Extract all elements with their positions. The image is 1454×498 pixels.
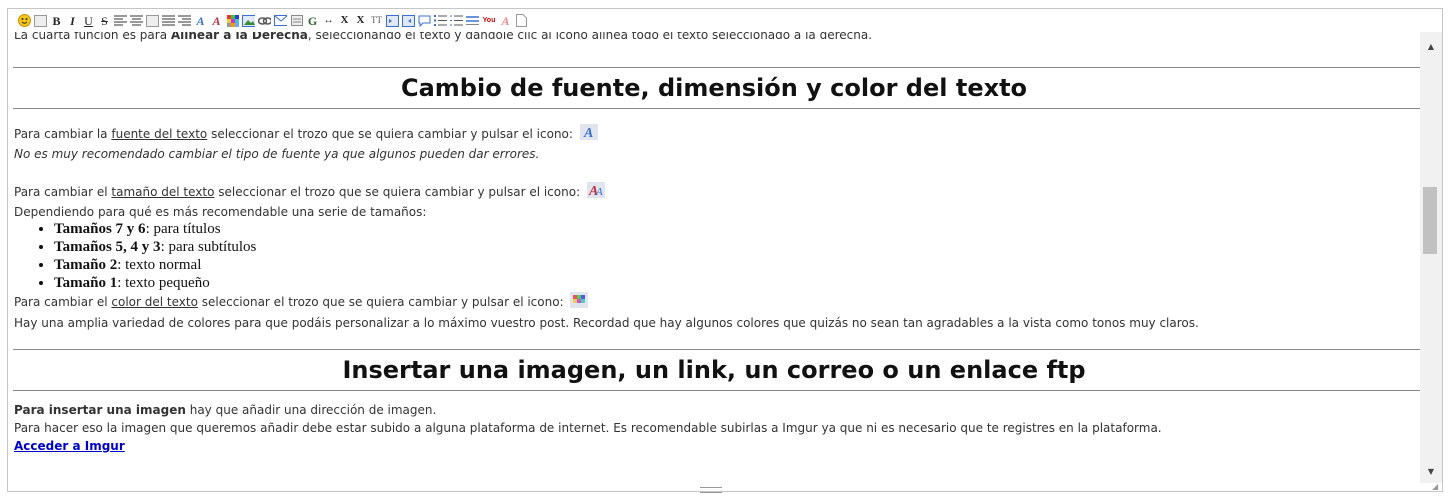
svg-text:A: A — [595, 186, 603, 198]
box2-icon[interactable] — [146, 14, 159, 27]
ltr-rtl-icon[interactable]: ↔ — [322, 14, 335, 27]
svg-text:A: A — [583, 126, 593, 140]
paragraph-sizes-intro: Dependiendo para qué es más recomendable… — [14, 205, 427, 219]
italic-button[interactable]: I — [66, 14, 79, 27]
paragraph-color: Para cambiar el color del texto seleccio… — [8, 292, 1420, 314]
color-icon — [570, 292, 589, 314]
indent-icon[interactable] — [386, 14, 399, 27]
email-icon[interactable] — [274, 14, 287, 27]
resize-corner-icon[interactable]: ◢ — [1432, 483, 1440, 491]
font-size-icon: AA — [586, 182, 605, 204]
image-icon[interactable] — [242, 14, 255, 27]
horizontal-rule-icon[interactable] — [466, 14, 479, 27]
strikethrough-button[interactable]: S — [98, 14, 111, 27]
vertical-scrollbar[interactable]: ▲ ▼ — [1420, 32, 1442, 483]
color-icon[interactable] — [226, 14, 239, 27]
unordered-list-icon[interactable] — [434, 14, 447, 27]
remove-format-icon[interactable]: A — [499, 14, 512, 27]
paragraph-align-right: La cuarta función es para Alinear a la D… — [14, 32, 873, 42]
editor-content[interactable]: La cuarta función es para Alinear a la D… — [8, 32, 1420, 483]
paragraph-size: Para cambiar el tamaño del texto selecci… — [8, 182, 1420, 204]
font-size-icon[interactable]: A — [210, 14, 223, 27]
list-item: Tamaños 7 y 6: para títulos — [54, 220, 1420, 238]
scrollbar-thumb[interactable] — [1423, 187, 1437, 254]
spoiler-icon[interactable]: G — [306, 14, 319, 27]
scroll-up-icon[interactable]: ▲ — [1420, 38, 1442, 55]
youtube-icon[interactable]: You — [482, 14, 496, 27]
list-item: Tamaños 5, 4 y 3: para subtítulos — [54, 238, 1420, 256]
section-heading-font: Cambio de fuente, dimensión y color del … — [400, 74, 1028, 102]
smiley-icon[interactable] — [18, 14, 31, 27]
paragraph-font: Para cambiar la fuente del texto selecci… — [8, 124, 1420, 146]
imgur-link[interactable]: Acceder a Imgur — [14, 439, 125, 453]
paragraph-font-note: No es muy recomendado cambiar el tipo de… — [14, 147, 540, 161]
align-justify-icon[interactable] — [162, 14, 175, 27]
resize-grip-icon[interactable] — [700, 487, 722, 493]
link-icon[interactable] — [258, 14, 271, 27]
ordered-list-icon[interactable] — [450, 14, 463, 27]
list-item: Tamaño 1: texto pequeño — [54, 274, 1420, 292]
align-left-icon[interactable] — [114, 14, 127, 27]
outdent-icon[interactable] — [402, 14, 415, 27]
scroll-down-icon[interactable]: ▼ — [1420, 463, 1442, 480]
underline-button[interactable]: U — [82, 14, 95, 27]
editor-frame: B I U S A A G ↔ X X TT You A La cuarta f… — [7, 8, 1443, 493]
bold-button[interactable]: B — [50, 14, 63, 27]
document-icon[interactable] — [515, 14, 528, 27]
font-icon: A — [579, 124, 598, 146]
text-size-icon[interactable]: TT — [370, 14, 383, 27]
editor-toolbar: B I U S A A G ↔ X X TT You A — [8, 9, 1442, 32]
font-icon[interactable]: A — [194, 14, 207, 27]
quote-icon[interactable] — [290, 14, 303, 27]
list-item: Tamaño 2: texto normal — [54, 256, 1420, 274]
align-right-icon[interactable] — [178, 14, 191, 27]
box-icon[interactable] — [34, 14, 47, 27]
paragraph-image-host: Para hacer eso la imagen que queremos añ… — [14, 421, 1162, 435]
paragraph-colors-note: Hay una amplia variedad de colores para … — [14, 316, 1199, 330]
align-center-icon[interactable] — [130, 14, 143, 27]
superscript-icon[interactable]: X — [354, 14, 367, 27]
subscript-icon[interactable]: X — [338, 14, 351, 27]
section-heading-image: Insertar una imagen, un link, un correo … — [342, 356, 1086, 384]
size-list: Tamaños 7 y 6: para títulos Tamaños 5, 4… — [8, 220, 1420, 292]
paragraph-image: Para insertar una imagen hay que añadir … — [14, 403, 437, 417]
comment-icon[interactable] — [418, 14, 431, 27]
imgur-link-row: Acceder a Imgur — [8, 437, 1420, 455]
